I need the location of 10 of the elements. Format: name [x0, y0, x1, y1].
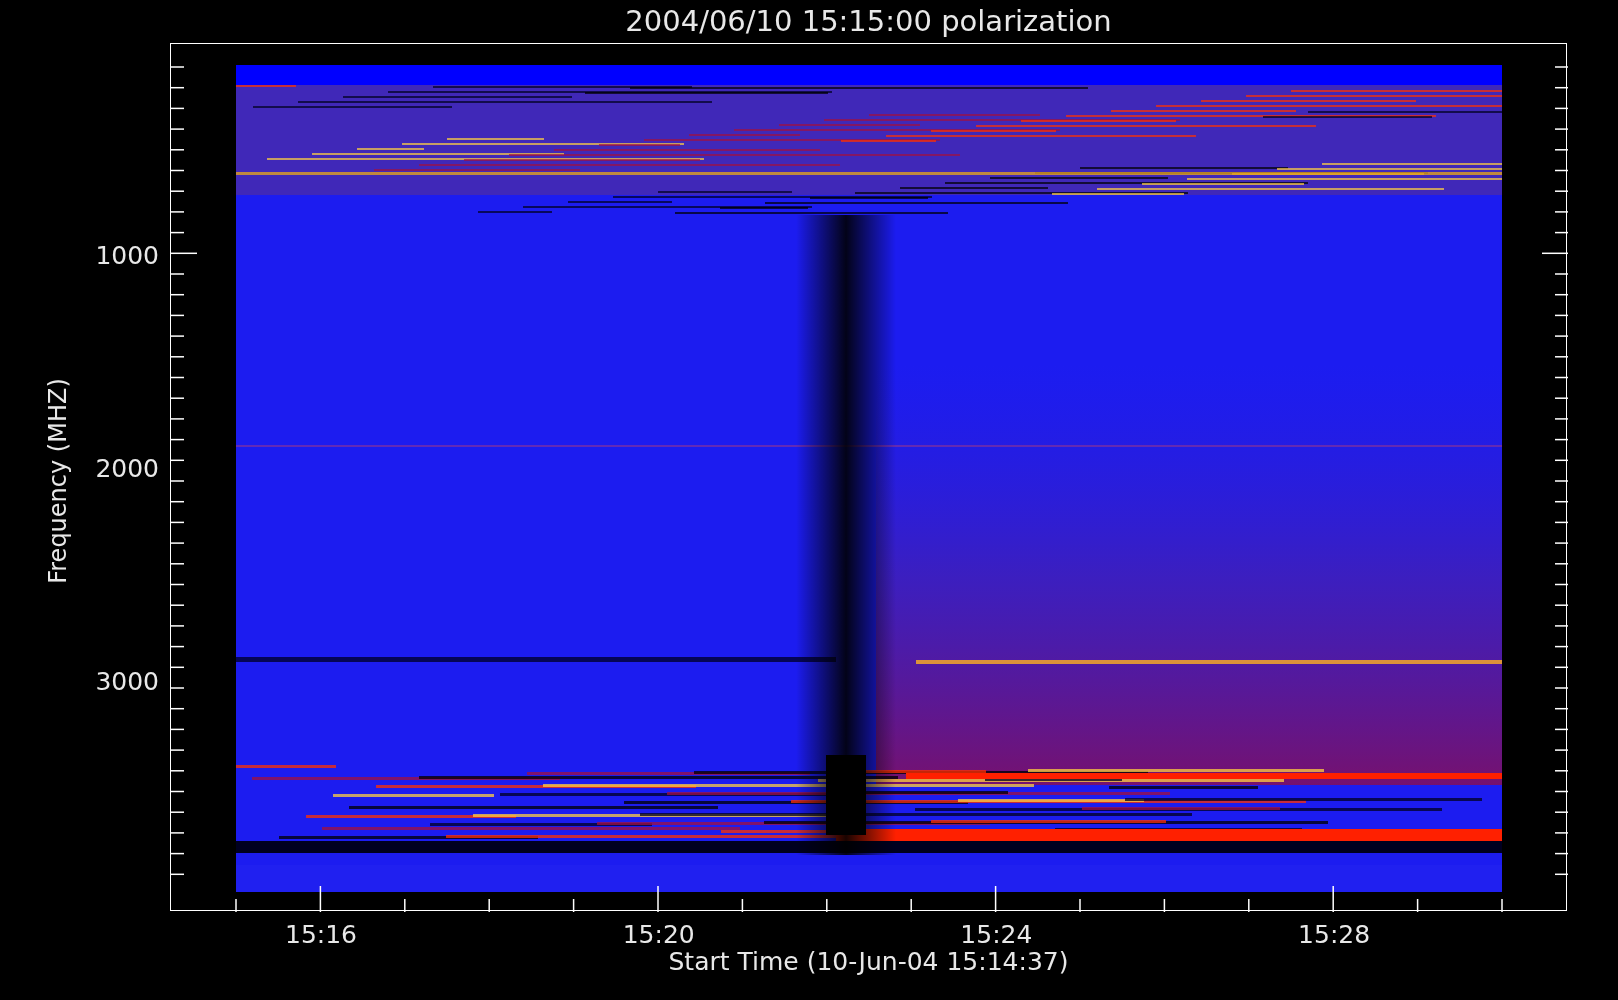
x-tick-label: 15:24 — [960, 920, 1033, 949]
x-axis-label: Start Time (10-Jun-04 15:14:37) — [667, 947, 1070, 976]
y-tick-label: 3000 — [95, 666, 159, 696]
plot-title: 2004/06/10 15:15:00 polarization — [624, 3, 1113, 40]
y-axis-label: Frequency (MHZ) — [44, 378, 72, 584]
x-tick-label: 15:20 — [622, 920, 695, 949]
y-tick-label: 1000 — [95, 240, 159, 270]
x-tick-label: 15:16 — [285, 920, 357, 949]
y-tick-label: 2000 — [95, 453, 159, 483]
x-tick-label: 15:28 — [1298, 920, 1371, 949]
